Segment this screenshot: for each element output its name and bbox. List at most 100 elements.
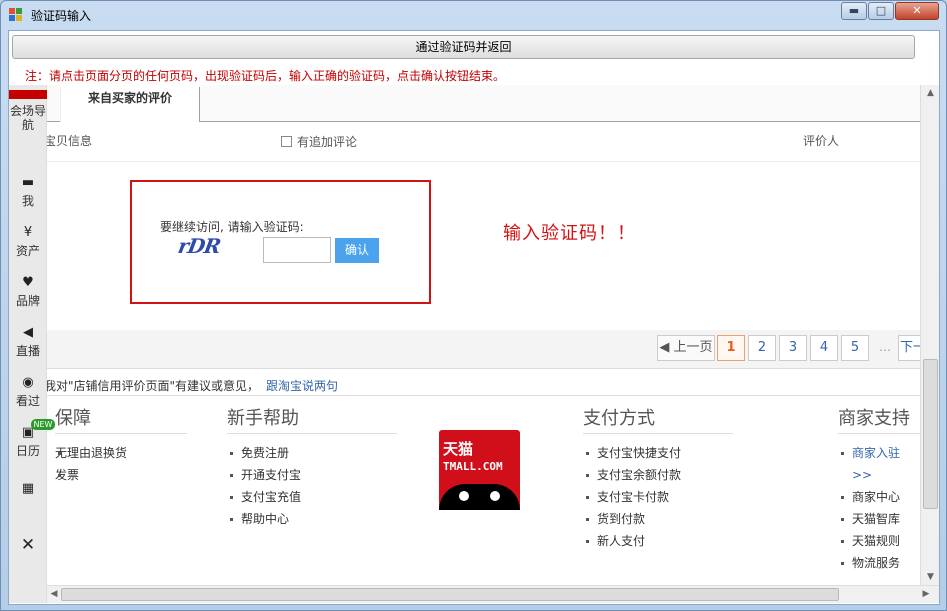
page-1[interactable]: 1 [717,335,745,361]
addon-review-checkbox[interactable] [281,136,292,147]
footer-link[interactable]: 无理由退换货 [55,442,187,464]
side-nav-venue[interactable]: 会场导航 [9,104,47,132]
horizontal-scrollbar[interactable]: ◀ ▶ [47,585,939,603]
footer-link[interactable]: 发票 [55,464,187,486]
eye-icon: ◉ [22,375,34,390]
minimize-button[interactable]: ▬ [841,2,867,20]
qrcode-icon: ▦ [21,481,35,496]
window-title: 验证码输入 [31,9,92,23]
app-window: 验证码输入 ▬ □ ✕ 通过验证码并返回 注：请点击页面分页的任何页码，出现验证… [0,0,947,611]
review-column-header: 宝贝信息 有追加评论 评价人 [44,122,920,162]
footer-col-merchant: 商家支持 商家入驻>> 商家中心 天猫智库 天猫规则 物流服务 [838,404,920,574]
captcha-image[interactable]: rDR [176,234,233,262]
vertical-scrollbar[interactable]: ▲ ▼ [920,85,939,585]
pager-ellipsis: … [879,340,891,354]
side-nav-close[interactable]: ✕ [9,537,47,556]
instruction-note: 注：请点击页面分页的任何页码，出现验证码后，输入正确的验证码，点击确认按钮结束。 [25,69,506,83]
footer-link[interactable]: 新人支付 [583,530,733,552]
site-footer: 保障 无理由退换货 发票 新手帮助 免费注册 开通支付宝 支付宝充值 帮助中心 [47,396,920,603]
new-badge: NEW [31,419,55,430]
footer-col-title: 支付方式 [583,404,733,434]
tmall-logo[interactable]: 天猫 TMALL.COM [439,430,520,510]
footer-link[interactable]: 支付宝充值 [227,486,397,508]
footer-link[interactable]: 支付宝卡付款 [583,486,733,508]
captcha-confirm-button[interactable]: 确认 [335,238,379,263]
side-nav-me[interactable]: ▬ 我 [9,175,47,208]
feedback-link[interactable]: 跟淘宝说两句 [266,377,338,394]
footer-link[interactable]: 开通支付宝 [227,464,397,486]
page-3[interactable]: 3 [779,335,807,361]
scroll-down-icon[interactable]: ▼ [921,569,939,585]
side-nav-qrcode[interactable]: ▦ [9,481,47,500]
heart-icon: ♥ [22,275,34,290]
footer-link[interactable]: 物流服务 [838,552,920,574]
footer-col-title: 保障 [55,404,187,434]
title-bar[interactable]: 验证码输入 ▬ □ ✕ [1,1,946,29]
pagination: ◀ 上一页 1 2 3 4 5 … 下一 [47,330,928,368]
side-nav-brand[interactable]: ♥ 品牌 [9,275,47,308]
footer-link[interactable]: 支付宝余额付款 [583,464,733,486]
captcha-panel: 要继续访问, 请输入验证码: rDR 确认 [130,180,431,304]
footer-col-help: 新手帮助 免费注册 开通支付宝 支付宝充值 帮助中心 [227,404,397,530]
tab-strip: 来自买家的评价 [47,85,920,123]
footer-link[interactable]: 帮助中心 [227,508,397,530]
footer-col-guarantee: 保障 无理由退换货 发票 [55,404,187,486]
side-nav-assets[interactable]: ¥ 资产 [9,225,47,258]
tmall-logo-en: TMALL.COM [443,460,503,473]
embedded-browser: 来自买家的评价 宝贝信息 有追加评论 评价人 要继续访问, 请输入验证码: rD… [9,85,939,603]
page-2[interactable]: 2 [748,335,776,361]
captcha-prompt: 要继续访问, 请输入验证码: [160,220,304,234]
side-nav-label: 会场导航 [9,104,46,132]
footer-link[interactable]: 天猫规则 [838,530,920,552]
close-button[interactable]: ✕ [895,2,939,20]
addon-review-filter[interactable]: 有追加评论 [281,133,357,150]
footer-col-payment: 支付方式 支付宝快捷支付 支付宝余额付款 支付宝卡付款 货到付款 新人支付 [583,404,733,552]
client-area: 通过验证码并返回 注：请点击页面分页的任何页码，出现验证码后，输入正确的验证码，… [8,30,940,605]
footer-link[interactable]: 货到付款 [583,508,733,530]
scroll-right-icon[interactable]: ▶ [919,586,933,602]
review-content: 要继续访问, 请输入验证码: rDR 确认 输入验证码！！ [47,163,920,331]
vertical-scroll-thumb[interactable] [923,359,938,509]
submit-captcha-button[interactable]: 通过验证码并返回 [12,35,915,59]
captcha-input[interactable] [263,237,331,263]
addon-review-label: 有追加评论 [297,135,358,149]
side-nav-viewed[interactable]: ◉ 看过 [9,375,47,408]
side-nav-label: 看过 [15,394,40,408]
bag-icon: ▬ [21,175,35,190]
column-reviewer: 评价人 [803,134,840,148]
yen-icon: ¥ [23,225,33,240]
maximize-button[interactable]: □ [868,2,894,20]
side-nav-live[interactable]: ◀ 直播 [9,325,47,358]
scroll-up-icon[interactable]: ▲ [921,85,939,101]
feedback-row: 我对"店铺信用评价页面"有建议或意见， 跟淘宝说两句 [44,368,920,396]
side-nav-accent [9,90,47,99]
side-nav-label: 我 [21,194,34,208]
side-nav-label: 资产 [15,244,40,258]
captcha-warning: 输入验证码！！ [503,223,636,244]
footer-link[interactable]: 商家中心 [838,486,920,508]
tmall-cat-icon [439,484,520,510]
page-5[interactable]: 5 [841,335,869,361]
side-nav: 会场导航 ▬ 我 ¥ 资产 ♥ 品牌 ◀ 直播 ◉ 看过 NEW ▣ 日历 ▦ … [9,85,55,603]
footer-link[interactable]: 免费注册 [227,442,397,464]
cat-eye-icon [490,491,500,501]
horizontal-scroll-thumb[interactable] [61,588,839,601]
footer-link[interactable]: 商家入驻>> [838,442,920,486]
side-nav-label: 直播 [15,344,40,358]
side-nav-label: 品牌 [15,294,40,308]
feedback-text: 我对"店铺信用评价页面"有建议或意见， [44,379,260,393]
megaphone-icon: ◀ [23,325,33,340]
side-nav-label: 日历 [15,444,40,458]
footer-col-title: 商家支持 [838,404,920,434]
tab-buyer-reviews[interactable]: 来自买家的评价 [60,85,201,123]
cat-eye-icon [459,491,469,501]
page-4[interactable]: 4 [810,335,838,361]
app-icon [9,8,23,21]
close-icon: ✕ [20,535,36,555]
tmall-logo-cn: 天猫 [443,440,474,458]
prev-page-button[interactable]: ◀ 上一页 [657,335,715,361]
footer-link[interactable]: 支付宝快捷支付 [583,442,733,464]
scroll-left-icon[interactable]: ◀ [47,586,61,602]
footer-link[interactable]: 天猫智库 [838,508,920,530]
column-item-info: 宝贝信息 [44,134,93,148]
